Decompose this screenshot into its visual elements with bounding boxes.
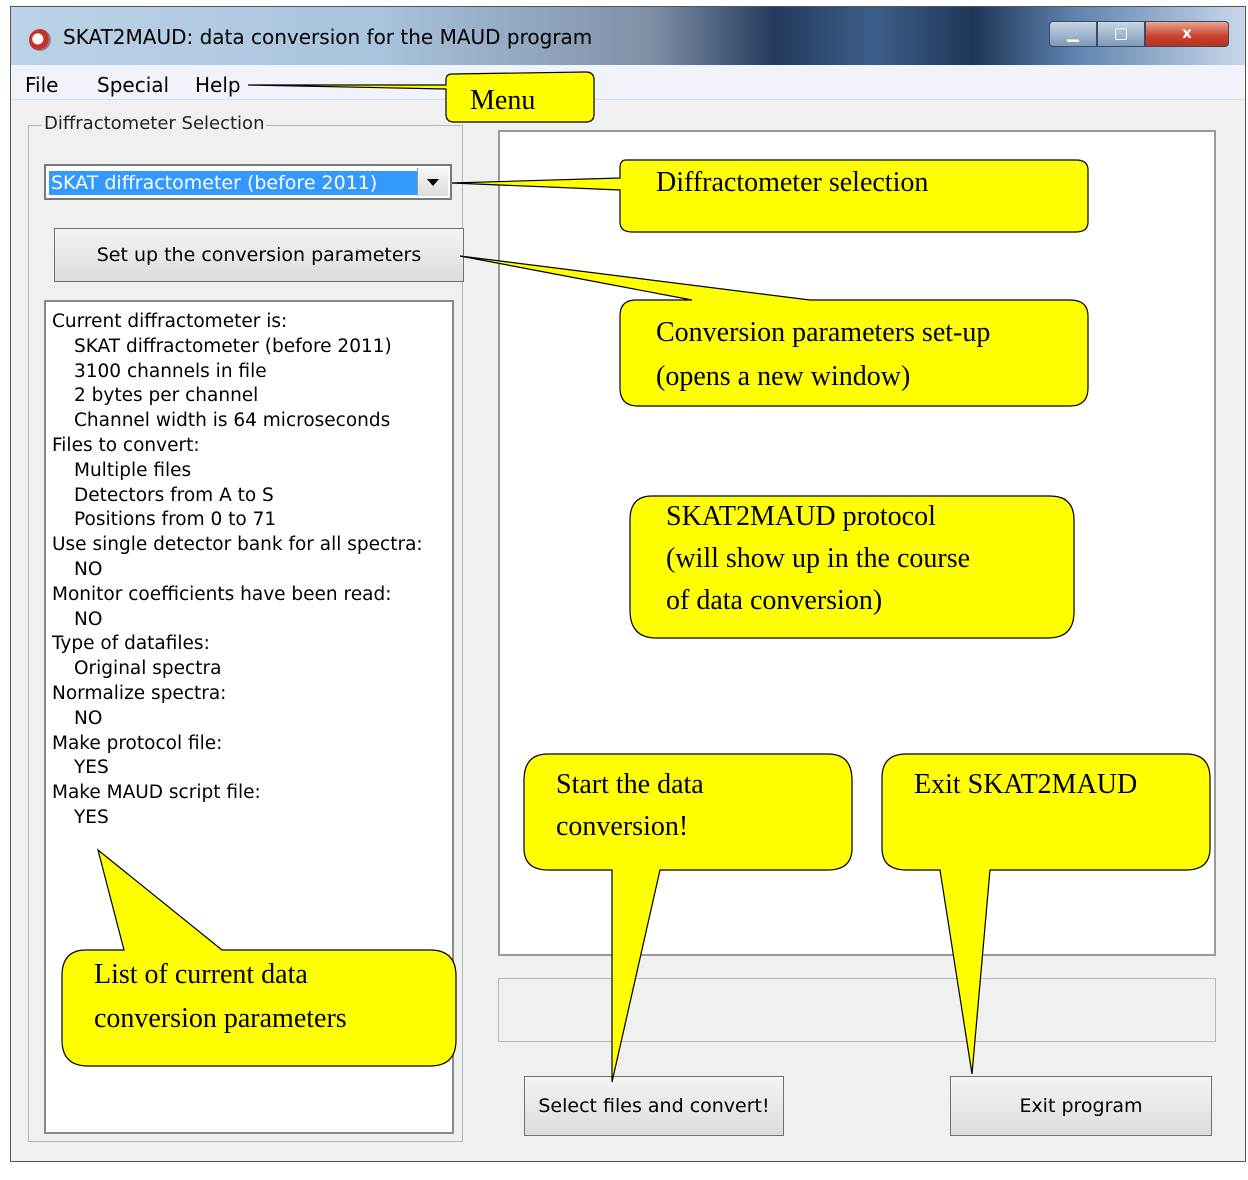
list-item: Monitor coefficients have been read:	[52, 583, 392, 605]
callout-protocol-text: of data conversion)	[666, 585, 883, 616]
callout-setup-text: (opens a new window)	[656, 361, 911, 392]
list-item: Multiple files	[74, 459, 192, 481]
list-item: Original spectra	[74, 658, 222, 680]
list-item: Normalize spectra:	[52, 683, 227, 704]
diffractometer-select[interactable]: SKAT diffractometer (before 2011)	[44, 164, 452, 200]
callout-exit-text: Exit SKAT2MAUD	[914, 769, 1138, 800]
maximize-button[interactable]: □	[1097, 21, 1145, 47]
list-item: 2 bytes per channel	[74, 385, 259, 407]
menu-bar: File Special Help	[11, 65, 1245, 100]
list-item: YES	[74, 807, 109, 828]
exit-button[interactable]: Exit program	[950, 1076, 1212, 1136]
menu-help[interactable]: Help	[195, 73, 241, 97]
close-button[interactable]: x	[1145, 21, 1229, 47]
callout-setup-text: Conversion parameters set-up	[656, 317, 991, 348]
menu-special[interactable]: Special	[97, 73, 169, 97]
callout-start-text: conversion!	[556, 811, 689, 842]
callout-list-text: List of current data	[94, 959, 308, 990]
minimize-button[interactable]: ▁	[1049, 21, 1097, 47]
window-title: SKAT2MAUD: data conversion for the MAUD …	[63, 25, 593, 49]
callout-start-text: Start the data	[556, 769, 704, 800]
list-item: 3100 channels in file	[74, 360, 267, 382]
list-item: Current diffractometer is:	[52, 311, 288, 332]
list-item: Use single detector bank for all spectra…	[52, 534, 423, 556]
app-icon	[29, 29, 51, 51]
list-item: Positions from 0 to 71	[74, 509, 277, 531]
setup-parameters-button[interactable]: Set up the conversion parameters	[54, 228, 464, 282]
list-item: SKAT diffractometer (before 2011)	[74, 335, 392, 357]
callout-list-text: conversion parameters	[94, 1003, 347, 1034]
list-item: Type of datafiles:	[52, 633, 210, 655]
group-legend: Diffractometer Selection	[42, 113, 267, 134]
list-item: Detectors from A to S	[74, 484, 274, 506]
diffractometer-select-value: SKAT diffractometer (before 2011)	[49, 171, 417, 195]
title-bar[interactable]: SKAT2MAUD: data conversion for the MAUD …	[11, 7, 1245, 65]
callout-protocol-text: SKAT2MAUD protocol	[666, 501, 936, 532]
callout-menu-text: Menu	[470, 85, 536, 116]
list-item: NO	[74, 707, 103, 729]
list-item: NO	[74, 559, 103, 580]
callout-diffractometer-text: Diffractometer selection	[656, 167, 929, 198]
chevron-down-icon[interactable]	[417, 168, 448, 196]
list-item: NO	[74, 608, 103, 630]
callout-protocol-text: (will show up in the course	[666, 543, 971, 574]
convert-button[interactable]: Select files and convert!	[524, 1076, 784, 1136]
menu-file[interactable]: File	[25, 73, 58, 97]
list-item: Files to convert:	[52, 435, 200, 456]
list-item: Make protocol file:	[52, 732, 223, 754]
list-item: Channel width is 64 microseconds	[74, 410, 391, 432]
progress-bar	[498, 978, 1216, 1042]
list-item: YES	[74, 757, 109, 779]
list-item: Make MAUD script file:	[52, 782, 261, 804]
